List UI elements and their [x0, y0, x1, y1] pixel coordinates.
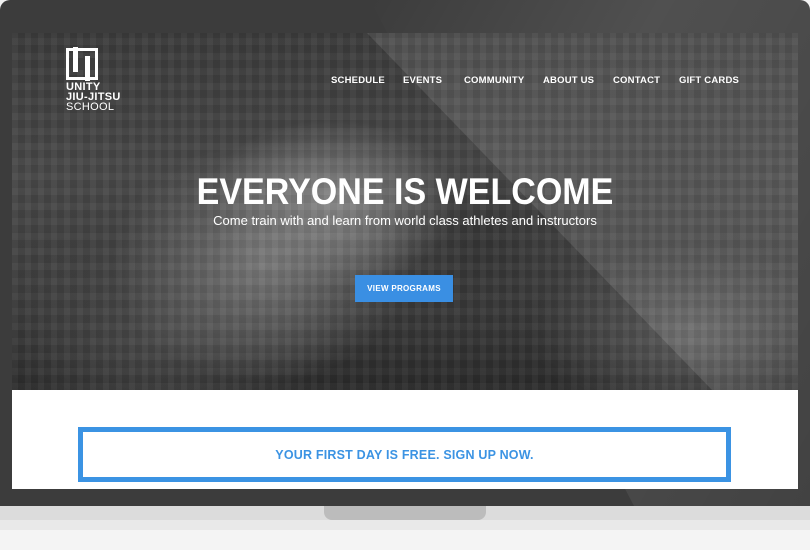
laptop-base-foot [0, 530, 810, 550]
nav-gift-cards[interactable]: GIFT CARDS [679, 75, 739, 86]
promo-banner[interactable]: YOUR FIRST DAY IS FREE. SIGN UP NOW. [78, 427, 731, 482]
promo-banner-text: YOUR FIRST DAY IS FREE. SIGN UP NOW. [275, 447, 534, 462]
promo-section: YOUR FIRST DAY IS FREE. SIGN UP NOW. [12, 390, 798, 489]
hero-section: UNITY JIU-JITSU SCHOOL SCHEDULE EVENTS C… [12, 33, 798, 390]
nav-contact[interactable]: CONTACT [613, 75, 660, 86]
logo-line-3: SCHOOL [66, 101, 115, 113]
website-screen: UNITY JIU-JITSU SCHOOL SCHEDULE EVENTS C… [12, 33, 798, 489]
laptop-notch [324, 506, 486, 520]
nav-events[interactable]: EVENTS [403, 75, 442, 86]
laptop-frame: UNITY JIU-JITSU SCHOOL SCHEDULE EVENTS C… [0, 0, 810, 550]
main-nav: SCHEDULE EVENTS COMMUNITY ABOUT US CONTA… [12, 75, 798, 89]
nav-about-us[interactable]: ABOUT US [543, 75, 594, 86]
nav-schedule[interactable]: SCHEDULE [331, 75, 385, 86]
hero-subline: Come train with and learn from world cla… [213, 213, 597, 228]
nav-community[interactable]: COMMUNITY [464, 75, 524, 86]
view-programs-button[interactable]: VIEW PROGRAMS [355, 275, 453, 302]
hero-headline: EVERYONE IS WELCOME [196, 171, 614, 212]
